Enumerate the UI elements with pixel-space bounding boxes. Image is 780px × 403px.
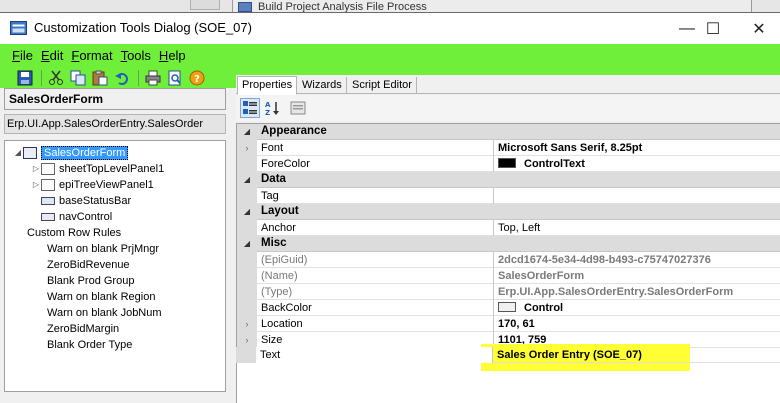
collapse-icon[interactable]: ◢	[237, 204, 257, 220]
property-pages-button[interactable]	[288, 98, 308, 118]
maximize-icon: ☐	[705, 20, 721, 38]
menu-edit[interactable]: Edit	[41, 48, 63, 66]
toolbar-separator	[41, 70, 42, 86]
expand-icon[interactable]: ›	[237, 140, 257, 156]
save-button[interactable]	[16, 69, 34, 87]
tree-node-basestatusbar[interactable]: baseStatusBar	[41, 193, 131, 208]
property-row-forecolor[interactable]: ForeColor ControlText	[237, 156, 780, 172]
tab-strip: Properties Wizards Script Editor	[236, 75, 780, 95]
undo-button[interactable]	[113, 69, 131, 87]
category-data[interactable]: ◢ Data	[237, 172, 780, 188]
menu-format[interactable]: Format	[71, 48, 112, 66]
print-preview-icon	[168, 70, 181, 86]
copy-button[interactable]	[69, 69, 87, 87]
property-row-tag[interactable]: Tag	[237, 188, 780, 204]
background-window-icon	[238, 2, 252, 12]
tree-node-rule[interactable]: Blank Order Type	[47, 337, 132, 352]
paste-button[interactable]	[91, 69, 109, 87]
tree-node-custom-row-rules[interactable]: Custom Row Rules	[27, 225, 121, 240]
undo-icon	[115, 73, 128, 85]
tree-node-rule[interactable]: Blank Prod Group	[47, 273, 134, 288]
property-row-text[interactable]: Text Sales Order Entry (SOE_07)	[236, 347, 780, 363]
menu-bar: File Edit Format Tools Help	[12, 48, 194, 66]
window-title: Customization Tools Dialog (SOE_07)	[34, 20, 252, 35]
print-icon	[145, 70, 161, 86]
property-row-name[interactable]: (Name) SalesOrderForm	[237, 268, 780, 284]
form-icon	[23, 146, 37, 159]
collapse-icon[interactable]: ◢	[237, 172, 257, 188]
paste-icon	[92, 70, 108, 86]
property-row-epiguid[interactable]: (EpiGuid) 2dcd1674-5e34-4d98-b493-c75747…	[237, 252, 780, 268]
menu-tools[interactable]: Tools	[121, 48, 151, 66]
close-icon: ✕	[752, 20, 766, 38]
save-icon	[17, 70, 33, 86]
close-button[interactable]: ✕	[736, 13, 780, 44]
tree-node-navcontrol[interactable]: navControl	[41, 209, 112, 224]
toolbar-separator	[138, 70, 139, 86]
print-button[interactable]	[144, 69, 162, 87]
cut-button[interactable]	[47, 69, 65, 87]
tree-node-epitreeviewpanel1[interactable]: ▷ epiTreeViewPanel1	[31, 177, 154, 192]
control-tree[interactable]: ◢ SalesOrderForm ▷ sheetTopLevelPanel1 ▷…	[4, 140, 226, 392]
collapse-icon[interactable]: ◢	[237, 124, 257, 140]
alphabetical-button[interactable]: AZ	[262, 98, 282, 118]
expand-arrow-icon[interactable]: ▷	[31, 164, 41, 173]
maximize-button[interactable]: ☐	[690, 13, 736, 44]
property-row-type[interactable]: (Type) Erp.UI.App.SalesOrderEntry.SalesO…	[237, 284, 780, 300]
collapse-arrow-icon[interactable]: ◢	[13, 148, 23, 157]
tree-node-salesorderform[interactable]: ◢ SalesOrderForm	[13, 145, 129, 160]
print-preview-button[interactable]	[166, 69, 184, 87]
tree-node-sheettoplevelpanel1[interactable]: ▷ sheetTopLevelPanel1	[31, 161, 164, 176]
categorized-icon	[243, 101, 257, 114]
tab-properties[interactable]: Properties	[237, 76, 298, 95]
expand-arrow-icon[interactable]: ▷	[31, 180, 41, 189]
alphabetical-sort-icon: AZ	[265, 101, 279, 116]
property-pages-icon	[290, 101, 306, 115]
help-icon: ?	[189, 70, 205, 86]
tab-script-editor[interactable]: Script Editor	[348, 77, 417, 94]
tab-wizards[interactable]: Wizards	[298, 77, 347, 94]
expand-icon[interactable]: ›	[237, 316, 257, 332]
statusbar-icon	[41, 196, 55, 205]
copy-icon	[70, 70, 86, 86]
property-row-backcolor[interactable]: BackColor Control	[237, 300, 780, 316]
toolbar: ?	[16, 68, 210, 88]
property-grid-toolbar: AZ	[236, 95, 780, 121]
navcontrol-icon	[41, 212, 55, 221]
property-row-location[interactable]: › Location 170, 61	[237, 316, 780, 332]
left-panel: SalesOrderForm Erp.UI.App.SalesOrderEntr…	[4, 88, 226, 392]
forecolor-swatch	[498, 158, 516, 168]
tree-node-rule[interactable]: ZeroBidRevenue	[47, 257, 130, 272]
svg-text:?: ?	[194, 74, 200, 85]
property-row-anchor[interactable]: Anchor Top, Left	[237, 220, 780, 236]
form-title: SalesOrderForm	[4, 88, 226, 110]
help-button[interactable]: ?	[188, 69, 206, 87]
collapse-icon[interactable]: ◢	[237, 236, 257, 252]
svg-text:Z: Z	[265, 109, 270, 116]
categorized-button[interactable]	[240, 98, 260, 118]
category-layout[interactable]: ◢ Layout	[237, 204, 780, 220]
tree-node-rule[interactable]: Warn on blank JobNum	[47, 305, 162, 320]
panel-icon	[41, 178, 55, 191]
tree-node-rule[interactable]: Warn on blank Region	[47, 289, 155, 304]
category-appearance[interactable]: ◢ Appearance	[237, 124, 780, 140]
panel-icon	[41, 162, 55, 175]
title-bar[interactable]: Customization Tools Dialog (SOE_07) — ☐ …	[0, 13, 780, 44]
expand-icon[interactable]: ›	[237, 332, 257, 348]
menu-help[interactable]: Help	[159, 48, 186, 66]
property-row-font[interactable]: › Font Microsoft Sans Serif, 8.25pt	[237, 140, 780, 156]
svg-text:A: A	[265, 101, 271, 109]
background-window-fragment	[190, 0, 220, 10]
category-misc[interactable]: ◢ Misc	[237, 236, 780, 252]
cut-icon	[49, 70, 63, 85]
backcolor-swatch	[498, 302, 516, 312]
tree-node-rule[interactable]: Warn on blank PrjMngr	[47, 241, 159, 256]
tree-node-rule[interactable]: ZeroBidMargin	[47, 321, 119, 336]
app-icon	[10, 21, 27, 35]
form-path: Erp.UI.App.SalesOrderEntry.SalesOrder	[4, 114, 226, 134]
menu-file[interactable]: File	[12, 48, 33, 66]
